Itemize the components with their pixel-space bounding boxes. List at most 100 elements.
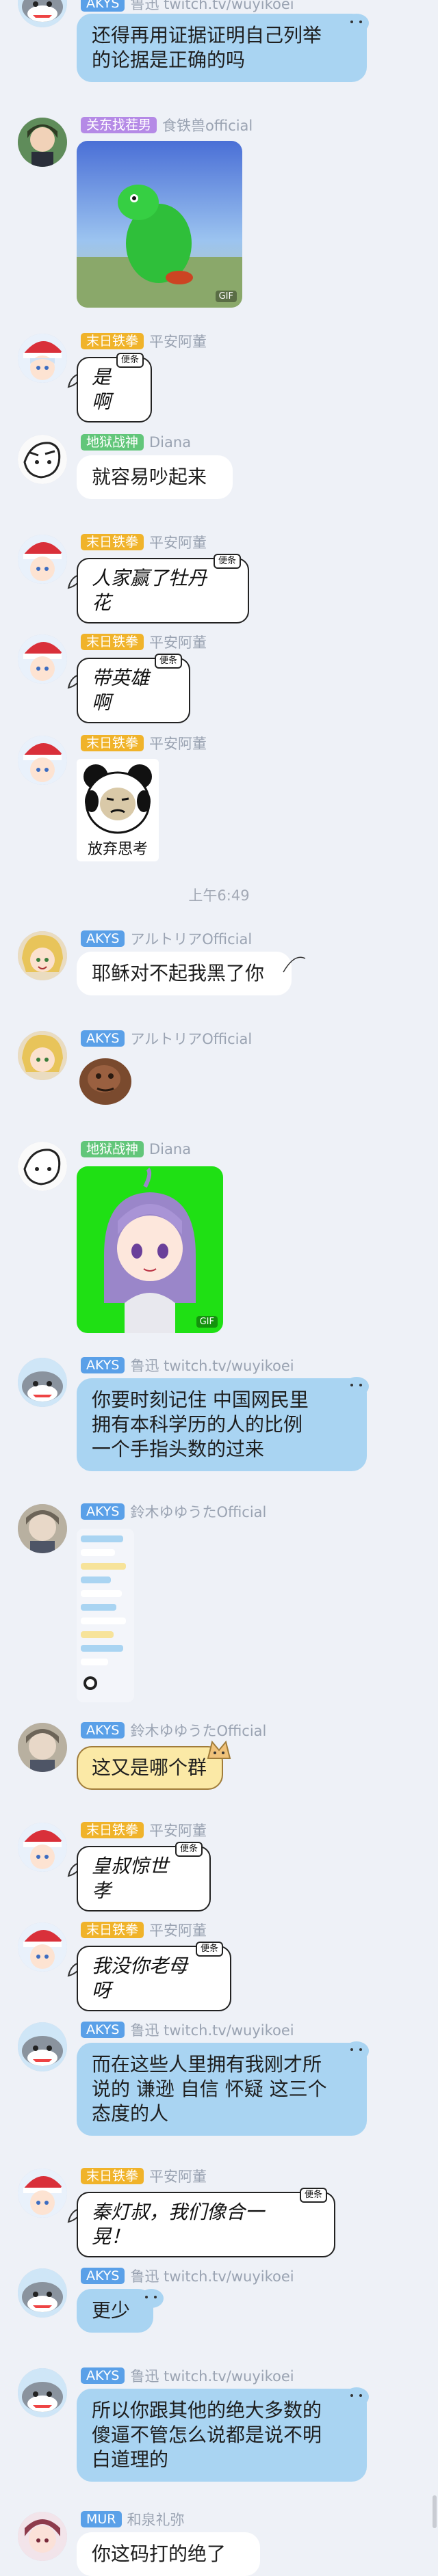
user-badge: AKYS (81, 930, 125, 947)
user-badge: AKYS (81, 1030, 125, 1047)
avatar-santa[interactable] (18, 634, 67, 684)
user-badge: 末日铁拳 (81, 1822, 144, 1838)
note-tag: 便条 (213, 554, 241, 569)
avatar-shark[interactable] (18, 0, 67, 27)
user-badge: AKYS (81, 1503, 125, 1520)
nickname[interactable]: Diana (149, 1141, 191, 1157)
chat-log[interactable]: AKYS 鲁迅 twitch.tv/wuyikoei 还得再用证据证明自己列举 的… (0, 0, 438, 2576)
avatar-blonde[interactable] (18, 1031, 67, 1080)
bubble-decoration-icon (344, 2041, 369, 2061)
avatar-mur[interactable] (18, 2512, 67, 2561)
gif-label: GIF (196, 1316, 218, 1328)
message-bubble[interactable]: 带英雄啊 便条 (77, 654, 190, 723)
user-badge: 地狱战神 (81, 1141, 144, 1157)
note-tag: 便条 (195, 1942, 223, 1957)
nickname[interactable]: 平安阿董 (149, 2166, 207, 2186)
note-tag: 便条 (116, 353, 144, 368)
nickname[interactable]: 平安阿董 (149, 532, 207, 552)
avatar-santa[interactable] (18, 1922, 67, 1972)
avatar-shark[interactable] (18, 1358, 67, 1407)
avatar-gray[interactable] (18, 1504, 67, 1553)
message-bubble[interactable]: 你这码打的绝了 (77, 2532, 260, 2576)
user-badge: AKYS (81, 2367, 125, 2384)
nickname[interactable]: アルトリアOfficial (130, 928, 252, 949)
bubble-curl-icon (283, 956, 306, 973)
note-tag: 便条 (154, 654, 182, 669)
cat-ears-icon (207, 1740, 231, 1759)
user-badge: AKYS (81, 0, 125, 12)
user-badge: AKYS (81, 2268, 125, 2284)
avatar-santa[interactable] (18, 334, 67, 383)
avatar-santa[interactable] (18, 1823, 67, 1872)
message-text: 带英雄啊 (92, 667, 150, 714)
scrollbar-thumb[interactable] (433, 2495, 437, 2528)
nickname[interactable]: 平安阿董 (149, 1820, 207, 1840)
nickname[interactable]: 食铁兽official (162, 115, 253, 135)
user-badge: 末日铁拳 (81, 1922, 144, 1938)
nickname[interactable]: 平安阿董 (149, 632, 207, 652)
chat-screenshot-image[interactable] (77, 1529, 134, 1702)
nickname[interactable]: 鲁迅 twitch.tv/wuyikoei (130, 0, 294, 14)
avatar-sketch[interactable] (18, 1142, 67, 1191)
user-badge: 末日铁拳 (81, 333, 144, 349)
gif-image[interactable]: GIF (77, 141, 242, 308)
message-bubble[interactable]: 你要时刻记住 中国网民里 拥有本科学历的人的比例 一个手指头数的过来 (77, 1378, 367, 1471)
avatar-anime[interactable] (18, 118, 67, 167)
nickname[interactable]: 鈴木ゆゆうたOfficial (130, 1501, 266, 1522)
user-badge: MUR (81, 2511, 122, 2527)
avatar-shark[interactable] (18, 2022, 67, 2071)
nickname[interactable]: 平安阿董 (149, 1920, 207, 1940)
user-badge: 末日铁拳 (81, 534, 144, 550)
nickname[interactable]: 鲁迅 twitch.tv/wuyikoei (130, 2365, 294, 2386)
user-badge: AKYS (81, 1722, 125, 1739)
user-badge: 末日铁拳 (81, 634, 144, 650)
avatar-santa[interactable] (18, 736, 67, 785)
message-bubble[interactable]: 皇叔惊世孝 便条 (77, 1842, 211, 1911)
avatar-santa[interactable] (18, 2169, 67, 2218)
message-bubble[interactable]: 是啊 便条 (77, 353, 152, 422)
nickname[interactable]: 鲁迅 twitch.tv/wuyikoei (130, 1355, 294, 1376)
gif-label: GIF (215, 291, 237, 302)
message-bubble[interactable]: 耶稣对不起我黑了你 (77, 952, 292, 995)
avatar-santa[interactable] (18, 535, 67, 584)
bubble-decoration-icon (344, 14, 369, 33)
user-badge: 关东找茬男 (81, 117, 157, 133)
face-image[interactable] (77, 1056, 134, 1108)
avatar-blonde[interactable] (18, 931, 67, 980)
nickname[interactable]: 平安阿董 (149, 331, 207, 351)
message-bubble[interactable]: 人家赢了牡丹花 便条 (77, 554, 249, 623)
nickname[interactable]: Diana (149, 434, 191, 451)
message-text: 皇叔惊世孝 (92, 1855, 169, 1902)
avatar-sketch[interactable] (18, 435, 67, 484)
nickname[interactable]: アルトリアOfficial (130, 1028, 252, 1049)
message-bubble[interactable]: 而在这些人里拥有我刚才所 说的 谦逊 自信 怀疑 这三个 态度的人 (77, 2043, 367, 2136)
user-badge: 地狱战神 (81, 434, 144, 451)
message-bubble[interactable]: 这又是哪个群 (77, 1746, 223, 1790)
nickname[interactable]: 鲁迅 twitch.tv/wuyikoei (130, 2020, 294, 2040)
message-bubble[interactable]: 就容易吵起来 (77, 455, 233, 499)
message-bubble[interactable]: 我没你老母呀 便条 (77, 1942, 231, 2011)
bubble-decoration-icon (344, 2387, 369, 2406)
avatar-gray[interactable] (18, 1723, 67, 1772)
avatar-shark[interactable] (18, 2268, 67, 2318)
sticker-panda[interactable]: 放弃思考 (77, 759, 159, 861)
sticker-caption: 放弃思考 (87, 841, 148, 858)
bubble-decoration-icon (344, 1377, 369, 1396)
message-text: 人家赢了牡丹花 (92, 567, 207, 614)
vtuber-gif[interactable]: GIF (77, 1166, 223, 1333)
message-text: 我没你老母呀 (92, 1955, 188, 2002)
user-badge: AKYS (81, 1357, 125, 1373)
nickname[interactable]: 和泉礼弥 (127, 2509, 185, 2530)
message-bubble[interactable]: 所以你跟其他的绝大多数的 傻逼不管怎么说都是说不明 白道理的 (77, 2389, 367, 2482)
nickname[interactable]: 鈴木ゆゆうたOfficial (130, 1720, 266, 1741)
bubble-decoration-icon (139, 2289, 164, 2308)
message-bubble[interactable]: 秦灯叔，我们像合一晃！ 便条 (77, 2188, 335, 2257)
user-badge: 末日铁拳 (81, 735, 144, 751)
avatar-shark[interactable] (18, 2368, 67, 2417)
message-text: 秦灯叔，我们像合一晃！ (92, 2201, 265, 2248)
user-badge: 末日铁拳 (81, 2168, 144, 2184)
nickname[interactable]: 平安阿董 (149, 733, 207, 753)
note-tag: 便条 (299, 2188, 327, 2203)
time-divider: 上午6:49 (188, 887, 250, 904)
message-bubble[interactable]: 还得再用证据证明自己列举 的论据是正确的吗 (77, 14, 367, 82)
